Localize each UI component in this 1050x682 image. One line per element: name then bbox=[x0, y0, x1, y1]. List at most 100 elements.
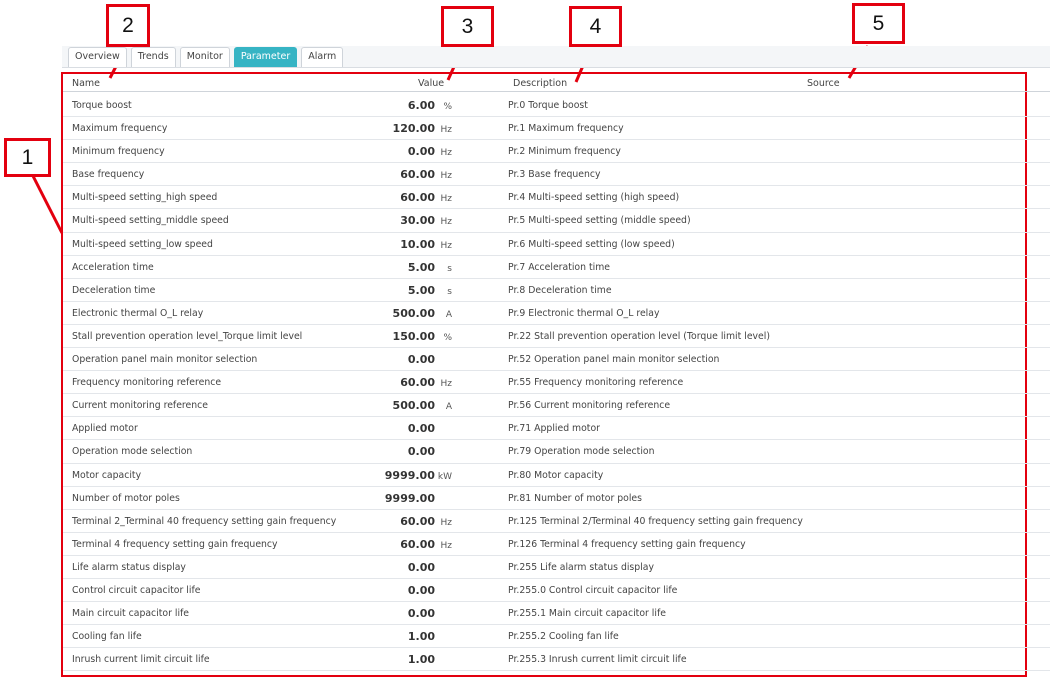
parameter-name: Multi-speed setting_middle speed bbox=[72, 215, 229, 227]
parameter-description: Pr.7 Acceleration time bbox=[508, 261, 610, 273]
parameter-value-cell: 120.00 Hz bbox=[393, 122, 452, 135]
parameter-description: Pr.255.2 Cooling fan life bbox=[508, 631, 619, 643]
tab-parameter[interactable]: Parameter bbox=[233, 47, 298, 67]
callout-4: 4 bbox=[569, 6, 622, 47]
parameter-description: Pr.5 Multi-speed setting (middle speed) bbox=[508, 215, 691, 227]
parameter-value: 1.00 bbox=[407, 630, 435, 644]
parameter-value-cell: 0.00 bbox=[408, 607, 452, 620]
parameter-name: Terminal 2_Terminal 40 frequency setting… bbox=[72, 515, 337, 527]
tab-monitor[interactable]: Monitor bbox=[179, 47, 230, 67]
parameter-unit: Hz bbox=[440, 148, 453, 159]
parameter-value: 10.00 bbox=[400, 237, 435, 251]
table-row[interactable]: Terminal 4 frequency setting gain freque… bbox=[63, 533, 1050, 556]
table-row[interactable]: Number of motor poles 9999.00 Pr.81 Number… bbox=[63, 487, 1050, 510]
parameter-unit: A bbox=[445, 309, 452, 320]
table-row[interactable]: Torque boost 6.00% Pr.0 Torque boost bbox=[63, 94, 1050, 118]
parameter-description: Pr.4 Multi-speed setting (high speed) bbox=[508, 192, 680, 204]
parameter-value: 0.00 bbox=[407, 607, 435, 621]
parameter-value: 60.00 bbox=[400, 514, 435, 528]
parameter-value: 0.00 bbox=[407, 145, 435, 159]
parameter-name: Maximum frequency bbox=[72, 123, 168, 135]
parameter-value: 0.00 bbox=[407, 445, 435, 459]
parameter-unit: s bbox=[447, 286, 452, 297]
parameter-description: Pr.81 Number of motor poles bbox=[508, 492, 642, 504]
parameter-value-cell: 60.00 Hz bbox=[400, 191, 452, 204]
parameter-description: Pr.55 Frequency monitoring reference bbox=[508, 377, 684, 389]
parameter-description: Pr.0 Torque boost bbox=[508, 100, 588, 111]
table-row[interactable]: Multi-speed setting_high speed 60.00 Hz Pr.… bbox=[63, 186, 1050, 210]
parameter-name: Number of motor poles bbox=[72, 492, 180, 504]
parameter-value: 5.00 bbox=[407, 283, 435, 297]
table-row[interactable]: Electronic thermal O_L relay 500.00 A Pr.9 … bbox=[63, 302, 1050, 325]
parameter-unit: Hz bbox=[440, 540, 453, 551]
column-header-source[interactable]: Source bbox=[807, 78, 840, 89]
parameter-unit: s bbox=[447, 263, 452, 274]
parameter-value: 0.00 bbox=[407, 353, 435, 367]
parameter-description: Pr.56 Current monitoring reference bbox=[508, 400, 671, 412]
table-row[interactable]: Current monitoring reference 500.00 A Pr.56… bbox=[63, 394, 1050, 418]
table-row[interactable]: Operation mode selection 0.00 Pr.79 Operat… bbox=[63, 440, 1050, 464]
table-row[interactable]: Stall prevention operation level_Torque … bbox=[63, 325, 1050, 349]
parameter-value-cell: 5.00 s bbox=[408, 284, 452, 297]
parameter-table: Torque boost 6.00% Pr.0 Torque boost Maximu… bbox=[63, 94, 1050, 672]
table-row[interactable]: Motor capacity 9999.00 kW Pr.80 Motor capac… bbox=[63, 464, 1050, 487]
table-row[interactable]: Frequency monitoring reference 60.00 Hz Pr.… bbox=[63, 371, 1050, 395]
tab-trends[interactable]: Trends bbox=[130, 47, 176, 67]
parameter-name: Motor capacity bbox=[72, 469, 142, 481]
table-row[interactable]: Deceleration time 5.00 s Pr.8 Deceleration … bbox=[63, 279, 1050, 302]
table-row[interactable]: Minimum frequency 0.00 Hz Pr.2 Minimum freq… bbox=[63, 140, 1050, 164]
parameter-value: 0.00 bbox=[407, 583, 435, 597]
table-row[interactable]: Multi-speed setting_middle speed 30.00 Hz P… bbox=[63, 209, 1050, 233]
table-row[interactable]: Multi-speed setting_low speed 10.00 Hz Pr.6… bbox=[63, 233, 1050, 256]
parameter-description: Pr.52 Operation panel main monitor selec… bbox=[508, 354, 720, 366]
parameter-value: 60.00 bbox=[400, 537, 435, 551]
parameter-unit: Hz bbox=[440, 217, 453, 228]
column-header-description[interactable]: Description bbox=[513, 78, 567, 89]
parameter-unit: % bbox=[443, 332, 452, 343]
parameter-value-cell: 6.00% bbox=[408, 99, 452, 112]
parameter-value: 150.00 bbox=[392, 329, 435, 343]
table-row[interactable]: Terminal 2_Terminal 40 frequency setting… bbox=[63, 510, 1050, 533]
table-row[interactable]: Main circuit capacitor life 0.00 Pr.255.1 … bbox=[63, 602, 1050, 626]
parameter-value: 0.00 bbox=[407, 422, 435, 436]
table-header: Name Value Description Source bbox=[63, 75, 1050, 92]
column-header-name[interactable]: Name bbox=[72, 78, 100, 89]
callout-1: 1 bbox=[4, 138, 51, 177]
table-row[interactable]: Inrush current limit circuit life 1.00 Pr.… bbox=[63, 648, 1050, 672]
parameter-value-cell: 0.00 bbox=[408, 561, 452, 574]
table-row[interactable]: Maximum frequency 120.00 Hz Pr.1 Maximum fr… bbox=[63, 117, 1050, 141]
table-row[interactable]: Control circuit capacitor life 0.00 Pr.255… bbox=[63, 579, 1050, 603]
parameter-value-cell: 10.00 Hz bbox=[400, 238, 452, 251]
callout-2: 2 bbox=[106, 4, 150, 47]
parameter-name: Electronic thermal O_L relay bbox=[72, 307, 204, 319]
parameter-unit: Hz bbox=[440, 194, 453, 205]
parameter-unit: Hz bbox=[440, 517, 453, 528]
tab-alarm[interactable]: Alarm bbox=[301, 47, 344, 67]
parameter-unit: kW bbox=[437, 471, 452, 482]
parameter-value: 6.00 bbox=[407, 99, 435, 112]
column-header-value[interactable]: Value bbox=[418, 78, 444, 89]
table-row[interactable]: Applied motor 0.00 Pr.71 Applied motor bbox=[63, 417, 1050, 441]
parameter-value-cell: 500.00 A bbox=[393, 399, 452, 412]
parameter-description: Pr.80 Motor capacity bbox=[508, 469, 604, 481]
parameter-value-cell: 60.00 Hz bbox=[400, 376, 452, 389]
parameter-unit: Hz bbox=[440, 171, 453, 182]
parameter-value-cell: 0.00 bbox=[408, 584, 452, 597]
table-row[interactable]: Life alarm status display 0.00 Pr.255 Life… bbox=[63, 556, 1050, 579]
tab-bar: Overview Trends Monitor Parameter Alarm bbox=[62, 46, 1050, 68]
table-row[interactable]: Acceleration time 5.00 s Pr.7 Acceleration … bbox=[63, 256, 1050, 279]
parameter-name: Operation panel main monitor selection bbox=[72, 354, 258, 366]
parameter-description: Pr.22 Stall prevention operation level (… bbox=[508, 330, 770, 342]
table-row[interactable]: Operation panel main monitor selection 0.… bbox=[63, 348, 1050, 372]
parameter-description: Pr.1 Maximum frequency bbox=[508, 123, 624, 135]
parameter-description: Pr.255 Life alarm status display bbox=[508, 561, 654, 573]
parameter-value-cell: 1.00 bbox=[408, 653, 452, 666]
tab-overview[interactable]: Overview bbox=[68, 47, 127, 67]
table-row[interactable]: Base frequency 60.00 Hz Pr.3 Base frequency bbox=[63, 163, 1050, 187]
parameter-value-cell: 0.00 bbox=[408, 353, 452, 366]
parameter-value-cell: 150.00% bbox=[393, 330, 452, 343]
parameter-unit: A bbox=[445, 402, 452, 413]
parameter-value: 500.00 bbox=[392, 399, 435, 413]
table-row[interactable]: Cooling fan life 1.00 Pr.255.2 Cooling fan… bbox=[63, 625, 1050, 649]
parameter-description: Pr.71 Applied motor bbox=[508, 423, 600, 435]
